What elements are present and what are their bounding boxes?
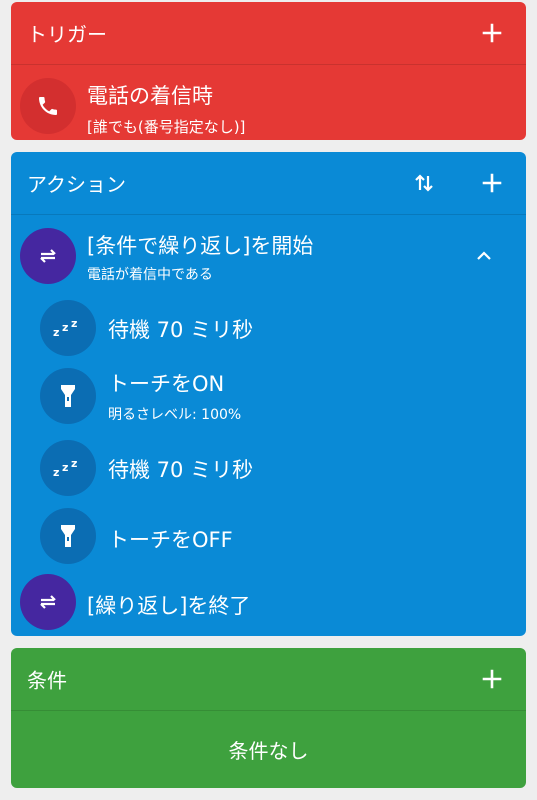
trigger-item-title: 電話の着信時 [87,84,213,108]
flashlight-icon [40,508,96,564]
svg-text:z: z [62,461,68,474]
action-item-title: [条件で繰り返し]を開始 [87,234,314,258]
chevron-up-icon [477,251,491,260]
plus-icon [482,23,502,43]
plus-icon [482,173,502,193]
svg-text:z: z [53,326,59,338]
action-item-title: [繰り返し]を終了 [87,594,251,618]
svg-text:z: z [53,466,59,478]
conditions-card: 条件 条件なし [11,648,526,788]
trigger-item-subtitle: [誰でも(番号指定なし)] [87,118,246,136]
action-item-torch-off[interactable]: トーチをOFF [11,508,526,564]
conditions-header: 条件 [11,648,526,711]
reorder-actions-button[interactable] [406,165,442,201]
trigger-header: トリガー [11,2,526,65]
svg-text:z: z [71,458,77,470]
conditions-empty: 条件なし [11,710,526,788]
svg-text:z: z [71,318,77,330]
action-item-subtitle: 電話が着信中である [87,267,213,283]
sleep-zzz-icon: z z z [40,440,96,496]
add-action-button[interactable] [474,165,510,201]
action-item-title: 待機 70 ミリ秒 [108,318,254,342]
action-item-loop-end[interactable]: [繰り返し]を終了 [11,574,526,632]
action-item-loop-start[interactable]: [条件で繰り返し]を開始 電話が着信中である [11,218,526,294]
repeat-icon [20,228,76,284]
collapse-button[interactable] [466,238,502,274]
repeat-icon [20,574,76,630]
plus-icon [482,669,502,689]
action-item-wait-2[interactable]: z z z 待機 70 ミリ秒 [11,440,526,496]
trigger-card: トリガー 電話の着信時 [誰でも(番号指定なし)] [11,2,526,140]
conditions-title: 条件 [27,668,67,693]
action-item-title: トーチをON [108,372,225,396]
swap-vertical-icon [415,174,433,192]
actions-header: アクション [11,152,526,215]
conditions-empty-text: 条件なし [228,738,309,763]
add-condition-button[interactable] [474,661,510,697]
trigger-title: トリガー [27,22,107,47]
sleep-zzz-icon: z z z [40,300,96,356]
action-item-subtitle: 明るさレベル: 100% [108,407,242,423]
flashlight-icon [40,368,96,424]
trigger-item[interactable]: 電話の着信時 [誰でも(番号指定なし)] [11,64,526,140]
action-item-title: 待機 70 ミリ秒 [108,458,254,482]
action-item-title: トーチをOFF [108,528,233,552]
add-trigger-button[interactable] [474,15,510,51]
phone-icon [20,78,76,134]
action-item-wait-1[interactable]: z z z 待機 70 ミリ秒 [11,300,526,356]
action-item-torch-on[interactable]: トーチをON 明るさレベル: 100% [11,368,526,428]
actions-title: アクション [27,172,126,197]
actions-card: アクション [条件で繰り返し]を開始 電話が着信中である z z z 待機 70… [11,152,526,636]
svg-text:z: z [62,321,68,334]
